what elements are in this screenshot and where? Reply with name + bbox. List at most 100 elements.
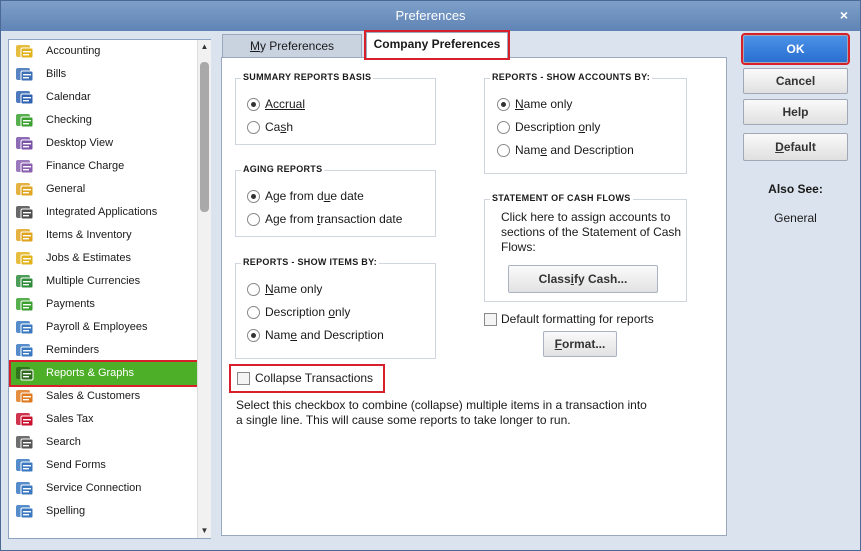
- accounts-name-only-radio[interactable]: [497, 98, 510, 111]
- sidebar-item-search[interactable]: Search: [11, 431, 197, 454]
- default-formatting-label: Default formatting for reports: [501, 312, 654, 326]
- collapse-transactions-checkbox[interactable]: [237, 372, 250, 385]
- sidebar-item-desktop-view[interactable]: Desktop View: [11, 132, 197, 155]
- cash-flows-title: STATEMENT OF CASH FLOWS: [490, 193, 633, 203]
- sidebar-item-service-connection[interactable]: Service Connection: [11, 477, 197, 500]
- sidebar-item-label: Sales & Customers: [46, 390, 141, 402]
- tab-my-preferences[interactable]: My Preferences: [222, 34, 362, 58]
- sidebar-item-spelling[interactable]: Spelling: [11, 500, 197, 523]
- sidebar-item-accounting[interactable]: Accounting: [11, 40, 197, 63]
- sidebar-item-label: Desktop View: [46, 137, 114, 149]
- items-name-only-label: Name only: [265, 282, 323, 296]
- format-button[interactable]: Format...: [543, 331, 617, 357]
- cash-label: Cash: [265, 120, 294, 134]
- cancel-button[interactable]: Cancel: [743, 68, 848, 94]
- company-preferences-panel: SUMMARY REPORTS BASIS Accrual Cash AGING…: [221, 57, 727, 536]
- sidebar-item-label: Multiple Currencies: [46, 275, 141, 287]
- general-icon: [15, 181, 35, 198]
- close-icon[interactable]: ×: [836, 7, 852, 23]
- items-name-only-radio[interactable]: [247, 283, 260, 296]
- collapse-transactions-option[interactable]: Collapse Transactions: [229, 364, 385, 393]
- show-accounts-by-group: REPORTS - SHOW ACCOUNTS BY: Name only De…: [484, 72, 687, 174]
- accounts-name-description-label: Name and Description: [515, 143, 634, 157]
- sidebar-item-label: Checking: [46, 114, 92, 126]
- age-transaction-date-radio[interactable]: [247, 213, 260, 226]
- sidebar-item-finance-charge[interactable]: Finance Charge: [11, 155, 197, 178]
- sidebar-item-label: General: [46, 183, 86, 195]
- sidebar-item-integrated-applications[interactable]: Integrated Applications: [11, 201, 197, 224]
- sidebar-item-label: Jobs & Estimates: [46, 252, 131, 264]
- scroll-up-icon[interactable]: ▲: [198, 40, 211, 54]
- age-due-date-radio[interactable]: [247, 190, 260, 203]
- sidebar-item-label: Sales Tax: [46, 413, 94, 425]
- category-list-panel: Accounting Bills Calendar Checking Desktop V…: [8, 39, 211, 539]
- age-transaction-date-label: Age from transaction date: [265, 212, 403, 226]
- accounts-name-description-radio[interactable]: [497, 144, 510, 157]
- show-accounts-by-title: REPORTS - SHOW ACCOUNTS BY:: [490, 72, 653, 82]
- send-forms-icon: [15, 457, 35, 474]
- classify-cash-button[interactable]: Classify Cash...: [508, 265, 658, 293]
- sidebar-item-label: Items & Inventory: [46, 229, 132, 241]
- aging-reports-group: AGING REPORTS Age from due date Age from…: [235, 164, 436, 237]
- finance-charge-icon: [15, 158, 35, 175]
- default-button[interactable]: Default: [743, 133, 848, 161]
- search-icon: [15, 434, 35, 451]
- items-description-only-label: Description only: [265, 305, 351, 319]
- ok-button[interactable]: OK: [741, 33, 850, 65]
- sales-tax-icon: [15, 411, 35, 428]
- sidebar-item-items-inventory[interactable]: Items & Inventory: [11, 224, 197, 247]
- spelling-icon: [15, 503, 35, 520]
- also-see-title: Also See:: [768, 182, 823, 196]
- sidebar-item-label: Spelling: [46, 505, 86, 517]
- sidebar-item-payments[interactable]: Payments: [11, 293, 197, 316]
- sidebar-item-label: Calendar: [46, 91, 91, 103]
- accounts-description-only-radio[interactable]: [497, 121, 510, 134]
- accounts-name-only-label: Name only: [515, 97, 573, 111]
- also-see-general-link[interactable]: General: [743, 211, 848, 225]
- integrated-apps-icon: [15, 204, 35, 221]
- bills-icon: [15, 66, 35, 83]
- accounting-icon: [15, 43, 35, 60]
- scroll-down-icon[interactable]: ▼: [198, 524, 211, 538]
- items-name-description-radio[interactable]: [247, 329, 260, 342]
- category-list: Accounting Bills Calendar Checking Desktop V…: [9, 40, 197, 538]
- sidebar-item-label: Finance Charge: [46, 160, 125, 172]
- checking-icon: [15, 112, 35, 129]
- items-description-only-radio[interactable]: [247, 306, 260, 319]
- reports-graphs-icon: [15, 365, 35, 382]
- sidebar-item-label: Reminders: [46, 344, 100, 356]
- accrual-radio[interactable]: [247, 98, 260, 111]
- category-scrollbar[interactable]: ▲ ▼: [197, 40, 211, 538]
- tab-company-preferences[interactable]: Company Preferences: [364, 30, 510, 60]
- sidebar-item-sales-customers[interactable]: Sales & Customers: [11, 385, 197, 408]
- payroll-employees-icon: [15, 319, 35, 336]
- cash-flows-description: Click here to assign accounts to section…: [501, 210, 682, 254]
- sidebar-item-label: Payments: [46, 298, 95, 310]
- cash-radio[interactable]: [247, 121, 260, 134]
- sidebar-item-jobs-estimates[interactable]: Jobs & Estimates: [11, 247, 197, 270]
- sidebar-item-label: Reports & Graphs: [46, 367, 135, 379]
- sidebar-item-sales-tax[interactable]: Sales Tax: [11, 408, 197, 431]
- default-formatting-checkbox[interactable]: [484, 313, 497, 326]
- sidebar-item-reports-graphs[interactable]: Reports & Graphs: [9, 360, 197, 387]
- window-title: Preferences: [395, 8, 466, 23]
- sidebar-item-reminders[interactable]: Reminders: [11, 339, 197, 362]
- scroll-thumb[interactable]: [200, 62, 209, 212]
- sidebar-item-calendar[interactable]: Calendar: [11, 86, 197, 109]
- sidebar-item-general[interactable]: General: [11, 178, 197, 201]
- title-bar: Preferences ×: [1, 1, 860, 31]
- sidebar-item-bills[interactable]: Bills: [11, 63, 197, 86]
- calendar-icon: [15, 89, 35, 106]
- desktop-view-icon: [15, 135, 35, 152]
- sidebar-item-multiple-currencies[interactable]: Multiple Currencies: [11, 270, 197, 293]
- sidebar-item-payroll-employees[interactable]: Payroll & Employees: [11, 316, 197, 339]
- sidebar-item-checking[interactable]: Checking: [11, 109, 197, 132]
- accrual-label: Accrual: [265, 97, 306, 111]
- items-inventory-icon: [15, 227, 35, 244]
- show-items-by-title: REPORTS - SHOW ITEMS BY:: [241, 257, 380, 267]
- sidebar-item-label: Service Connection: [46, 482, 142, 494]
- sidebar-item-send-forms[interactable]: Send Forms: [11, 454, 197, 477]
- reminders-icon: [15, 342, 35, 359]
- age-due-date-label: Age from due date: [265, 189, 364, 203]
- help-button[interactable]: Help: [743, 99, 848, 125]
